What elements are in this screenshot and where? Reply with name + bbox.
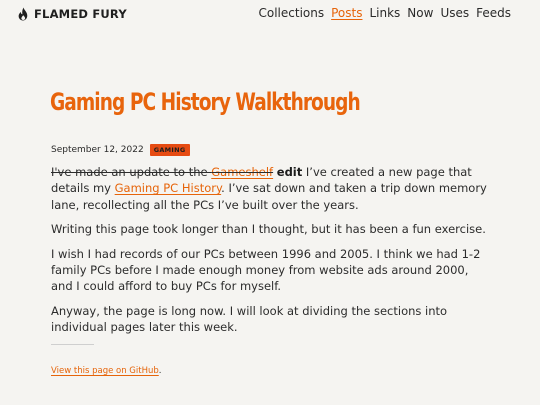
paragraph-2: Writing this page took longer than I tho… bbox=[51, 222, 486, 237]
edit-label: edit bbox=[276, 165, 303, 179]
flame-icon bbox=[17, 7, 30, 21]
site-brand[interactable]: FLAMED FURY bbox=[17, 7, 127, 21]
post-tag[interactable]: GAMING bbox=[149, 144, 190, 156]
post-date: September 12, 2022 bbox=[51, 145, 144, 155]
site-header: FLAMED FURY Collections Posts Links Now … bbox=[0, 0, 540, 28]
strikethrough-text: I've made an update to the Gameshelf bbox=[51, 165, 274, 179]
nav-item-feeds[interactable]: Feeds bbox=[476, 6, 511, 20]
nav-item-collections[interactable]: Collections bbox=[259, 6, 325, 20]
post-title: Gaming PC History Walkthrough bbox=[50, 88, 361, 116]
nav-item-links[interactable]: Links bbox=[369, 6, 400, 20]
github-note: View this page on GitHub. bbox=[51, 366, 162, 376]
github-link[interactable]: View this page on GitHub bbox=[51, 366, 159, 376]
gameshelf-link[interactable]: Gameshelf bbox=[211, 165, 273, 179]
main-nav: Collections Posts Links Now Uses Feeds bbox=[259, 6, 512, 20]
paragraph-1: I've made an update to the Gameshelf edi… bbox=[51, 165, 487, 212]
nav-item-uses[interactable]: Uses bbox=[440, 6, 469, 20]
site-name: FLAMED FURY bbox=[34, 7, 127, 21]
nav-item-now[interactable]: Now bbox=[407, 6, 433, 20]
divider bbox=[51, 344, 94, 345]
nav-item-posts[interactable]: Posts bbox=[331, 6, 362, 20]
paragraph-3: I wish I had records of our PCs between … bbox=[51, 246, 481, 294]
paragraph-4: Anyway, the page is long now. I will loo… bbox=[51, 303, 448, 335]
post-content: I've made an update to the Gameshelf edi… bbox=[51, 164, 491, 344]
post-meta: September 12, 2022 GAMING bbox=[51, 144, 190, 156]
gaming-pc-history-link[interactable]: Gaming PC History bbox=[115, 181, 222, 195]
